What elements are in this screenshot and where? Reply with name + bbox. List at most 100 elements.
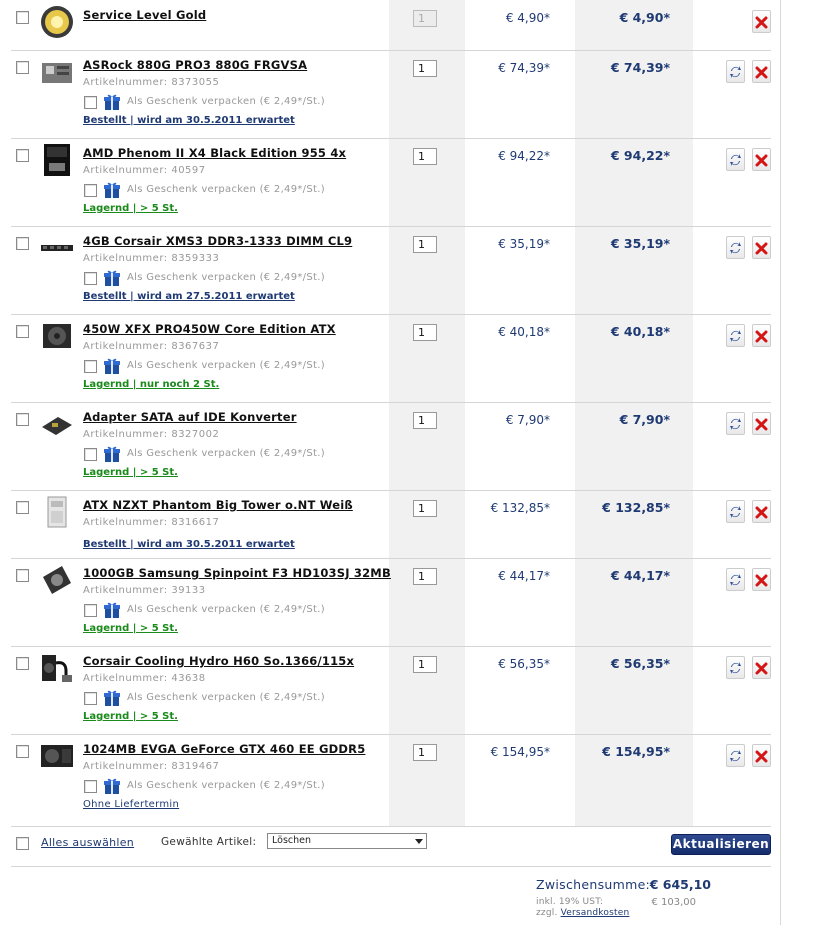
hard-disk-icon[interactable] [40,563,74,597]
cart-row: 450W XFX PRO450W Core Edition ATX Artikel… [11,314,771,403]
gift-wrap-checkbox[interactable] [84,780,97,793]
item-select-checkbox[interactable] [16,61,29,74]
gift-wrap-checkbox[interactable] [84,692,97,705]
unit-price: € 40,18* [498,325,550,339]
item-select-checkbox[interactable] [16,413,29,426]
item-select-checkbox[interactable] [16,11,29,24]
item-select-checkbox[interactable] [16,149,29,162]
item-select-checkbox[interactable] [16,325,29,338]
delivery-status-link[interactable]: Bestellt | wird am 27.5.2011 erwartet [83,291,295,302]
subtotal-label: Zwischensumme: [536,877,651,892]
quantity-input[interactable]: 1 [413,60,437,77]
gift-wrap-checkbox[interactable] [84,96,97,109]
select-all-checkbox[interactable] [16,837,29,850]
vat-info: inkl. 19% UST: zzgl. Versandkosten [536,897,629,919]
delivery-status-link[interactable]: Lagernd | > 5 St. [83,623,178,634]
gift-wrap-checkbox[interactable] [84,360,97,373]
gift-wrap-label: Als Geschenk verpacken (€ 2,49*/St.) [127,184,325,195]
update-button[interactable]: Aktualisieren [671,834,771,855]
delivery-status-link[interactable]: Bestellt | wird am 30.5.2011 erwartet [83,115,295,126]
quantity-input[interactable]: 1 [413,236,437,253]
psu-icon[interactable] [40,319,74,353]
line-total: € 4,90* [619,10,670,25]
vat-label: inkl. 19% UST: [536,897,604,907]
delivery-status-link[interactable]: Lagernd | > 5 St. [83,203,178,214]
refresh-button[interactable] [726,60,745,83]
refresh-button[interactable] [726,412,745,435]
unit-price: € 56,35* [498,657,550,671]
tower-case-icon[interactable] [40,495,74,529]
quantity-input[interactable]: 1 [413,744,437,761]
quantity-input[interactable]: 1 [413,324,437,341]
refresh-button[interactable] [726,148,745,171]
shipping-costs-link[interactable]: Versandkosten [561,908,630,918]
item-name-link[interactable]: 450W XFX PRO450W Core Edition ATX [83,322,336,336]
item-name-link[interactable]: AMD Phenom II X4 Black Edition 955 4x [83,146,346,160]
quantity-input[interactable]: 1 [413,412,437,429]
item-name-link[interactable]: Service Level Gold [83,8,206,22]
item-select-checkbox[interactable] [16,501,29,514]
item-article-number: Artikelnummer: 39133 [83,585,206,596]
gift-wrap-label: Als Geschenk verpacken (€ 2,49*/St.) [127,780,325,791]
bulk-action-select[interactable]: Löschen [267,833,427,849]
refresh-button[interactable] [726,324,745,347]
delete-button[interactable] [752,10,771,33]
cart-row: Service Level Gold 1 € 4,90* € 4,90* [11,0,771,51]
cpu-box-icon[interactable] [40,143,74,177]
cart-row: ATX NZXT Phantom Big Tower o.NT Weiß Arti… [11,490,771,559]
gift-wrap-checkbox[interactable] [84,448,97,461]
refresh-button[interactable] [726,744,745,767]
item-select-checkbox[interactable] [16,569,29,582]
shipping-prefix: zzgl. [536,908,558,918]
delivery-status-link[interactable]: Lagernd | > 5 St. [83,711,178,722]
refresh-button[interactable] [726,568,745,591]
gift-wrap-checkbox[interactable] [84,272,97,285]
water-cooler-icon[interactable] [40,651,74,685]
item-name-link[interactable]: Corsair Cooling Hydro H60 So.1366/115x [83,654,354,668]
refresh-button[interactable] [726,656,745,679]
graphics-card-icon[interactable] [40,739,74,773]
delete-button[interactable] [752,148,771,171]
item-name-link[interactable]: Adapter SATA auf IDE Konverter [83,410,297,424]
item-name-link[interactable]: ATX NZXT Phantom Big Tower o.NT Weiß [83,498,353,512]
item-select-checkbox[interactable] [16,237,29,250]
line-total: € 7,90* [619,412,670,427]
gift-icon [103,93,121,111]
delivery-status-link[interactable]: Bestellt | wird am 30.5.2011 erwartet [83,539,295,550]
item-name-link[interactable]: 4GB Corsair XMS3 DDR3-1333 DIMM CL9 [83,234,352,248]
delivery-status-link[interactable]: Ohne Liefertermin [83,799,179,810]
mainboard-icon[interactable] [40,55,74,89]
quantity-input[interactable]: 1 [413,500,437,517]
item-select-checkbox[interactable] [16,745,29,758]
gift-wrap-checkbox[interactable] [84,184,97,197]
cart-row: 1024MB EVGA GeForce GTX 460 EE GDDR5 Arti… [11,734,771,827]
delete-button[interactable] [752,412,771,435]
refresh-button[interactable] [726,500,745,523]
quantity-input[interactable]: 1 [413,656,437,673]
item-article-number: Artikelnummer: 8359333 [83,253,220,264]
item-name-link[interactable]: 1000GB Samsung Spinpoint F3 HD103SJ 32MB [83,566,391,580]
refresh-button[interactable] [726,236,745,259]
quantity-input[interactable]: 1 [413,568,437,585]
quantity-input[interactable]: 1 [413,148,437,165]
delete-button[interactable] [752,500,771,523]
delete-button[interactable] [752,656,771,679]
delete-button[interactable] [752,60,771,83]
item-name-link[interactable]: ASRock 880G PRO3 880G FRGVSA [83,58,307,72]
service-gold-icon[interactable] [40,5,74,39]
line-total: € 94,22* [610,148,670,163]
cart-row: Corsair Cooling Hydro H60 So.1366/115x Ar… [11,646,771,735]
delete-button[interactable] [752,324,771,347]
gift-wrap-checkbox[interactable] [84,604,97,617]
delete-button[interactable] [752,744,771,767]
delete-button[interactable] [752,236,771,259]
line-total: € 44,17* [610,568,670,583]
adapter-icon[interactable] [40,407,74,441]
item-select-checkbox[interactable] [16,657,29,670]
delivery-status-link[interactable]: Lagernd | > 5 St. [83,467,178,478]
ram-icon[interactable] [40,231,74,265]
delete-button[interactable] [752,568,771,591]
select-all-link[interactable]: Alles auswählen [41,836,134,849]
item-name-link[interactable]: 1024MB EVGA GeForce GTX 460 EE GDDR5 [83,742,365,756]
delivery-status-link[interactable]: Lagernd | nur noch 2 St. [83,379,219,390]
